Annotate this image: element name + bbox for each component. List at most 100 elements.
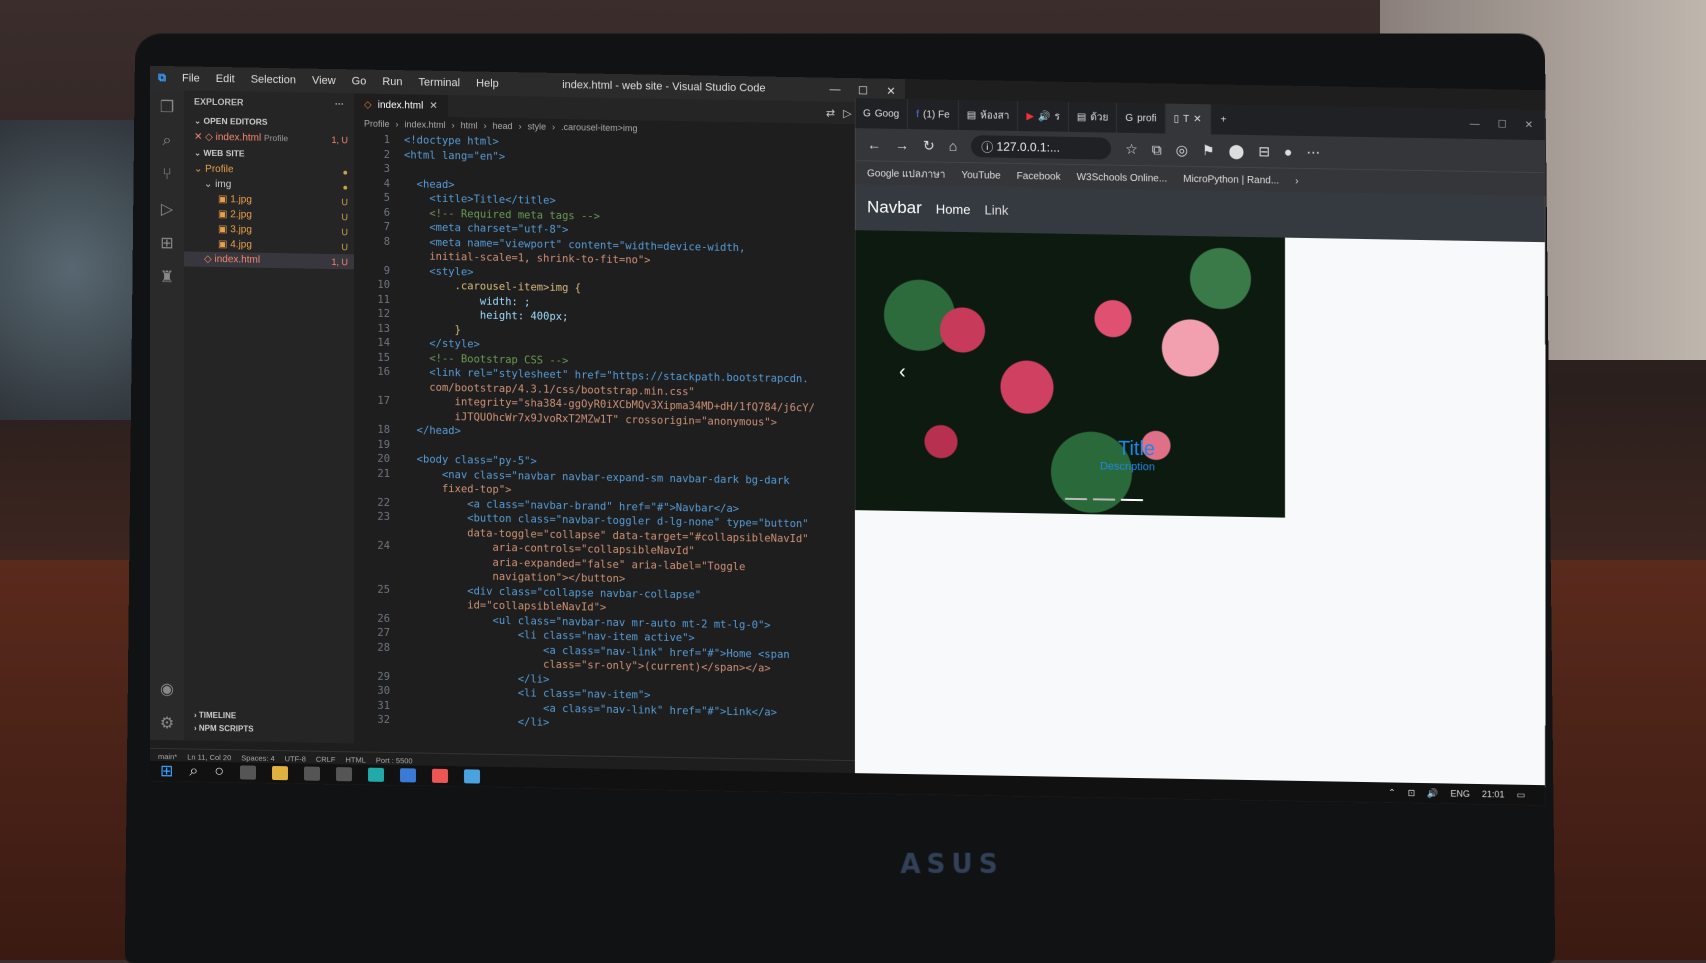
maximize-icon[interactable]: ☐ xyxy=(849,84,877,97)
app-icon[interactable] xyxy=(464,769,480,783)
info-icon: ⓘ xyxy=(981,138,996,155)
breadcrumb-item[interactable]: style xyxy=(528,121,547,131)
back-icon[interactable]: ← xyxy=(867,136,881,152)
tab-label: Goog xyxy=(875,108,899,119)
source-control-icon[interactable]: ⑂ xyxy=(150,158,184,193)
star-icon[interactable]: ☆ xyxy=(1125,140,1138,157)
forward-icon[interactable]: → xyxy=(895,137,909,153)
new-tab-icon[interactable]: + xyxy=(1211,114,1237,125)
editor-tab[interactable]: ◇ index.html ✕ xyxy=(354,93,448,117)
tab-label: ห้องสา xyxy=(980,108,1009,124)
npm-scripts-section[interactable]: › NPM SCRIPTS xyxy=(184,721,354,737)
menu-view[interactable]: View xyxy=(304,75,344,88)
search-icon[interactable]: ⌕ xyxy=(189,763,198,781)
navbar-brand[interactable]: Navbar xyxy=(867,197,922,218)
menu-terminal[interactable]: Terminal xyxy=(411,76,469,89)
maximize-icon[interactable]: ☐ xyxy=(1498,119,1507,130)
menu-icon[interactable]: ⋯ xyxy=(1306,144,1320,161)
chevron-right-icon[interactable]: › xyxy=(1295,175,1298,186)
home-icon[interactable]: ⌂ xyxy=(949,138,957,154)
breadcrumb-item[interactable]: Profile xyxy=(364,119,390,129)
bookmark-item[interactable]: Google แปลภาษา xyxy=(867,166,945,182)
live-share-icon[interactable]: ♜ xyxy=(150,260,184,295)
extensions-icon[interactable]: ⊞ xyxy=(150,226,184,261)
menu-help[interactable]: Help xyxy=(468,77,507,90)
run-debug-icon[interactable]: ▷ xyxy=(150,192,184,227)
line-number: 23 xyxy=(354,510,390,523)
extension-icon[interactable]: ◎ xyxy=(1176,141,1188,158)
breadcrumb-item[interactable]: .carousel-item>img xyxy=(561,122,637,133)
close-tab-icon[interactable]: ✕ xyxy=(1193,114,1201,125)
carousel-indicator[interactable] xyxy=(1065,498,1087,500)
close-tab-icon[interactable]: ✕ xyxy=(429,100,437,111)
carousel-prev-icon[interactable]: ‹ xyxy=(899,361,906,384)
profile-avatar[interactable]: ● xyxy=(1284,144,1292,160)
volume-icon[interactable]: 🔊 xyxy=(1427,788,1438,799)
windows-start-icon[interactable]: ⊞ xyxy=(160,761,173,781)
search-icon[interactable]: ⌕ xyxy=(150,124,184,159)
extension-icon[interactable]: ⧉ xyxy=(1152,141,1162,158)
breadcrumb-item[interactable]: index.html xyxy=(405,119,446,130)
bookmark-item[interactable]: Facebook xyxy=(1017,170,1061,182)
line-number: 11 xyxy=(354,293,390,306)
address-bar[interactable]: ⓘ 127.0.0.1:... xyxy=(971,135,1111,159)
carousel-indicator[interactable] xyxy=(1093,498,1115,500)
browser-tab[interactable]: ▤ ห้องสา xyxy=(959,100,1019,131)
browser-tab[interactable]: ▶ 🔊 ร xyxy=(1018,101,1069,132)
extension-icon[interactable]: ⚑ xyxy=(1202,142,1215,159)
minimize-icon[interactable]: — xyxy=(821,84,849,96)
reload-icon[interactable]: ↻ xyxy=(923,137,935,154)
eol-status[interactable]: CRLF xyxy=(316,755,336,764)
menu-go[interactable]: Go xyxy=(344,75,375,88)
browser-tab[interactable]: ▤ ด้วย xyxy=(1069,102,1117,133)
tray-chevron-icon[interactable]: ⌃ xyxy=(1388,787,1396,798)
browser-tab[interactable]: f (1) Fe xyxy=(908,99,958,130)
bookmark-item[interactable]: MicroPython | Rand... xyxy=(1183,173,1279,186)
account-icon[interactable]: ◉ xyxy=(150,672,184,707)
browser-tab[interactable]: Gprofi xyxy=(1117,103,1165,134)
app-icon[interactable] xyxy=(432,769,448,783)
vscode-taskbar-icon[interactable] xyxy=(400,768,416,782)
extension-icon[interactable]: ⬤ xyxy=(1229,142,1245,159)
network-icon[interactable]: ⊡ xyxy=(1408,787,1416,798)
notification-icon[interactable]: ▭ xyxy=(1516,789,1525,800)
browser-tab[interactable]: G Goog xyxy=(855,98,908,129)
file-explorer-icon[interactable] xyxy=(272,766,288,780)
calculator-icon[interactable] xyxy=(304,767,320,781)
gear-icon[interactable]: ⚙ xyxy=(150,706,184,741)
language-indicator[interactable]: ENG xyxy=(1450,788,1470,799)
menu-run[interactable]: Run xyxy=(374,76,410,89)
menu-edit[interactable]: Edit xyxy=(208,73,243,86)
more-icon[interactable]: ··· xyxy=(335,99,344,109)
task-view-icon[interactable] xyxy=(240,765,256,779)
close-icon[interactable]: ✕ xyxy=(877,84,905,97)
breadcrumb-item[interactable]: head xyxy=(493,121,513,131)
menu-file[interactable]: File xyxy=(174,72,208,85)
encoding-status[interactable]: UTF-8 xyxy=(285,754,306,763)
breadcrumb-item[interactable]: html xyxy=(461,120,478,130)
collections-icon[interactable]: ⊟ xyxy=(1258,143,1270,160)
bookmark-item[interactable]: W3Schools Online... xyxy=(1077,171,1168,184)
youtube-icon: ▶ xyxy=(1026,111,1034,122)
code-editor[interactable]: 1 <!doctype html> 2 <html lang="en"> 3 4 <hea… xyxy=(354,133,905,743)
store-icon[interactable] xyxy=(336,767,352,781)
carousel-indicator-active[interactable] xyxy=(1121,499,1143,501)
language-status[interactable]: HTML xyxy=(345,755,365,764)
edge-icon[interactable] xyxy=(368,768,384,782)
menu-selection[interactable]: Selection xyxy=(243,73,304,86)
branch-status[interactable]: main* xyxy=(158,752,177,761)
nav-link[interactable]: Link xyxy=(985,202,1009,217)
close-icon[interactable]: ✕ xyxy=(1525,119,1533,130)
minimize-icon[interactable]: — xyxy=(1470,118,1480,129)
bookmark-item[interactable]: YouTube xyxy=(961,169,1000,181)
cortana-icon[interactable]: ○ xyxy=(214,763,224,781)
tree-file-active[interactable]: ◇ index.html 1, U xyxy=(184,251,354,269)
line-number xyxy=(354,380,390,381)
browser-tab-active[interactable]: ▯ T ✕ xyxy=(1166,104,1211,135)
open-editors-label: OPEN EDITORS xyxy=(203,116,267,127)
explorer-icon[interactable]: ❐ xyxy=(150,90,184,125)
activity-bar: ❐ ⌕ ⑂ ▷ ⊞ ♜ ◉ ⚙ xyxy=(150,90,184,741)
clock[interactable]: 21:01 xyxy=(1482,789,1505,800)
nav-link-home[interactable]: Home xyxy=(936,201,971,217)
browser-window-controls: — ☐ ✕ xyxy=(1470,118,1545,130)
